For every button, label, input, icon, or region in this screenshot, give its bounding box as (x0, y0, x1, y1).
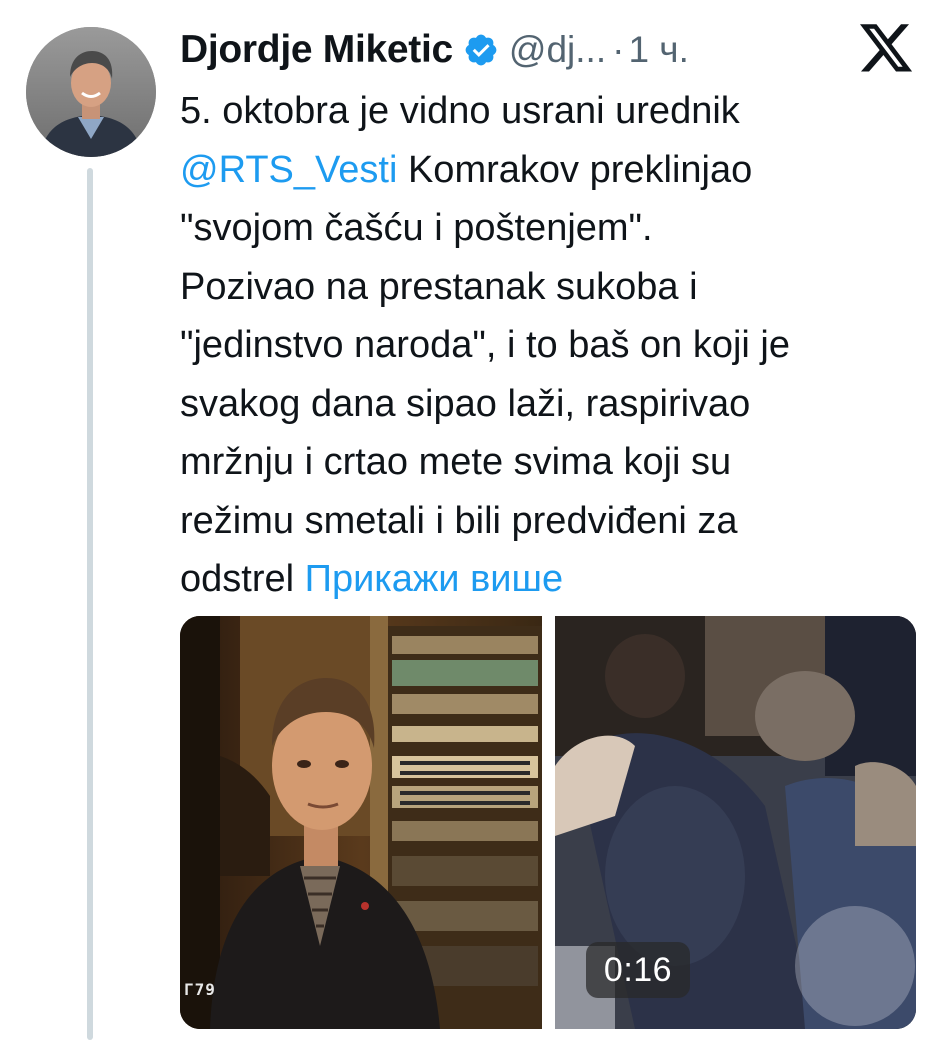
tweet-text: 5. oktobra je vidno usrani urednik @RTS_… (180, 82, 920, 609)
tweet-text-line: "jedinstvo naroda", i to baš on koji je (180, 324, 791, 366)
tweet-header: Djordje Miketic @dj... · 1 ч. (180, 22, 689, 78)
avatar[interactable] (26, 27, 156, 157)
tweet-text-line: režimu smetali i bili predviđeni za (180, 499, 738, 542)
verified-badge-icon[interactable] (463, 32, 499, 68)
author-handle[interactable]: @dj... (509, 29, 606, 71)
header-separator: · (612, 29, 625, 70)
tweet-timestamp[interactable]: 1 ч. (628, 29, 688, 71)
tweet-text-line: @RTS_Vesti Komrakov preklinjao (180, 141, 920, 200)
person-avatar-icon (26, 27, 156, 157)
show-more-link[interactable]: Прикажи више (305, 558, 564, 600)
author-display-name[interactable]: Djordje Miketic (180, 28, 453, 72)
tweet[interactable]: Djordje Miketic @dj... · 1 ч. 5. oktobra… (0, 0, 944, 1040)
tweet-text-fragment: Komrakov preklinjao (397, 148, 753, 191)
mention-link[interactable]: @RTS_Vesti (180, 149, 397, 191)
tweet-text-line: svakog dana sipao laži, raspirivao (180, 382, 751, 425)
video-duration-badge: 0:16 (586, 942, 690, 998)
channel-mark: Г79 (184, 980, 216, 999)
media-image-left[interactable]: Г79 (180, 616, 542, 1029)
tweet-text-line: odstrel Прикажи више (180, 550, 920, 609)
tweet-text-fragment: odstrel (180, 558, 305, 600)
media-grid[interactable]: Г79 0:16 (180, 616, 916, 1029)
x-logo-icon (860, 24, 913, 72)
tweet-text-line: Pozivao na prestanak sukoba i (180, 265, 698, 308)
media-divider (542, 616, 555, 1029)
thread-line (87, 168, 93, 1040)
video-still-man-in-server-room (180, 616, 542, 1029)
tweet-text-line: mržnju i crtao mete svima koji su (180, 441, 732, 483)
tweet-text-line: 5. oktobra je vidno usrani urednik (180, 90, 740, 132)
tweet-text-line: "svojom čašću i poštenjem". (180, 207, 653, 249)
